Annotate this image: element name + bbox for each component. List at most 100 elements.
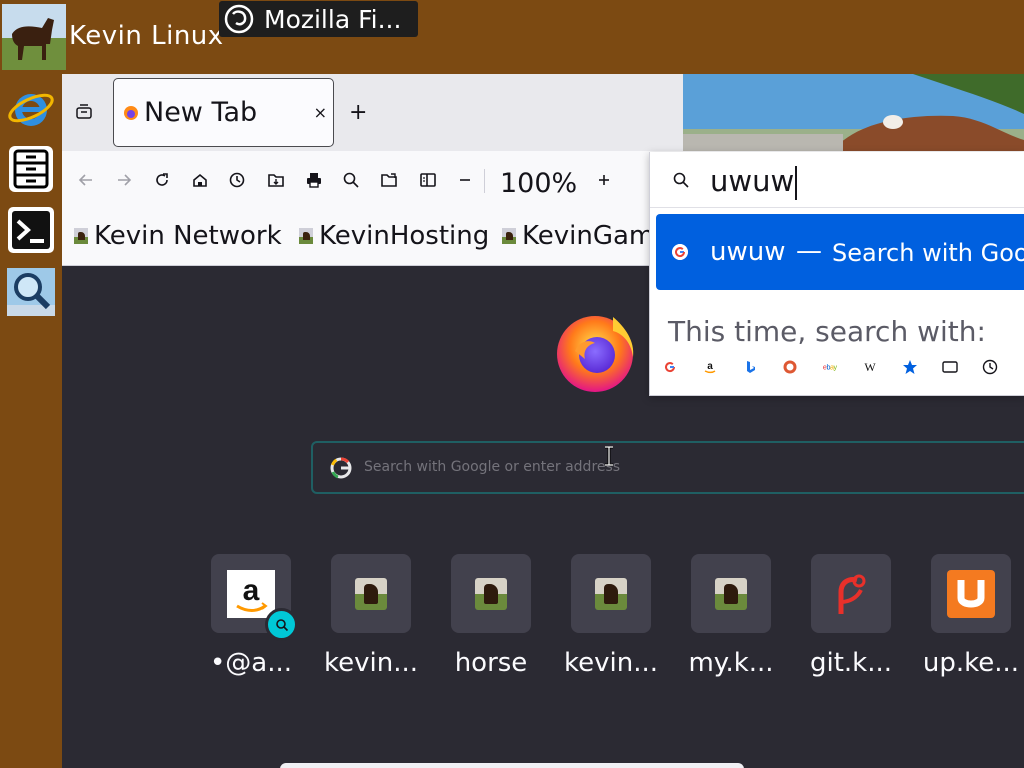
folder-download-icon <box>268 174 284 187</box>
desktop-top-panel: Kevin Linux Mozilla Fi... <box>0 0 1024 74</box>
downloads-button[interactable] <box>266 170 286 190</box>
magnifier-icon <box>7 268 55 316</box>
back-button[interactable] <box>76 170 96 190</box>
svg-text:W: W <box>864 360 876 374</box>
bookmark-label: KevinGam <box>522 221 655 251</box>
theme-header-image <box>683 74 1024 151</box>
engine-bing-button[interactable] <box>742 359 758 375</box>
find-button[interactable] <box>341 170 361 190</box>
search-icon <box>275 618 288 631</box>
clock-icon <box>229 172 245 188</box>
top-site-tile[interactable]: kevin... <box>564 554 658 678</box>
wikipedia-icon: W <box>864 360 876 374</box>
toolbar-divider <box>484 169 485 193</box>
star-icon <box>903 360 917 374</box>
duckduckgo-icon <box>783 360 797 374</box>
horse-icon <box>715 577 747 610</box>
top-site-label: kevin... <box>563 648 658 678</box>
engine-wikipedia-button[interactable]: W <box>862 359 878 375</box>
top-site-tile[interactable]: horse <box>451 554 531 678</box>
firefox-logo-icon <box>557 316 634 392</box>
top-site-tile[interactable]: kevin... <box>324 554 418 678</box>
bookmarks-search-button[interactable] <box>902 359 918 375</box>
history-button[interactable] <box>227 170 247 190</box>
bookmark-item[interactable]: KevinHosting <box>299 221 489 251</box>
screenshot-button[interactable] <box>379 170 399 190</box>
top-site-tile[interactable]: git.k... <box>810 554 892 678</box>
arrow-left-icon <box>78 174 92 186</box>
reload-icon <box>156 173 168 186</box>
engine-ebay-button[interactable]: ebay <box>822 359 838 375</box>
forward-button[interactable] <box>114 170 134 190</box>
new-tab-button[interactable]: + <box>349 100 367 125</box>
top-site-tile[interactable]: up.ke... <box>923 554 1019 678</box>
printer-icon <box>307 173 321 188</box>
tab-icon <box>942 361 958 373</box>
horse-icon <box>355 577 387 610</box>
svg-text:a: a <box>707 361 713 372</box>
ebay-icon: ebay <box>823 364 838 372</box>
tab-title: New Tab <box>144 97 258 128</box>
taskbar-window-button[interactable]: Mozilla Fi... <box>219 1 418 37</box>
terminal-launcher[interactable] <box>6 205 56 255</box>
tab-new-tab[interactable]: New Tab × <box>113 78 334 147</box>
engine-google-button[interactable] <box>662 359 678 375</box>
search-input[interactable]: Search with Google or enter address <box>311 441 1024 494</box>
text-cursor-icon <box>605 446 613 466</box>
bottom-panel-edge <box>280 763 744 768</box>
desktop-dock <box>0 74 62 768</box>
zoom-in-button[interactable] <box>594 170 614 190</box>
folder-icon <box>381 173 397 187</box>
tab-bar: New Tab × + <box>62 74 1024 151</box>
file-manager-launcher[interactable] <box>6 144 56 194</box>
text-caret <box>795 166 798 200</box>
one-off-search-label: This time, search with: <box>668 315 986 348</box>
clock-icon <box>982 359 998 375</box>
engine-duckduckgo-button[interactable] <box>782 359 798 375</box>
search-shortcut-badge <box>265 608 298 641</box>
horse-icon <box>475 577 507 610</box>
suggestion-action: Search with Goo <box>832 239 1024 267</box>
arrow-right-icon <box>118 174 132 186</box>
taskbar-window-title: Mozilla Fi... <box>264 4 402 34</box>
upload-service-icon <box>947 569 995 618</box>
google-icon <box>330 457 352 479</box>
horse-favicon-icon <box>74 228 88 244</box>
search-app-launcher[interactable] <box>6 267 56 317</box>
home-icon <box>193 173 207 187</box>
reload-button[interactable] <box>152 170 172 190</box>
tabs-search-button[interactable] <box>942 359 958 375</box>
search-icon <box>343 172 359 188</box>
top-site-tile[interactable]: my.k... <box>688 554 774 678</box>
google-icon <box>665 362 676 373</box>
top-site-label: my.k... <box>688 648 774 678</box>
zoom-out-button[interactable] <box>455 170 475 190</box>
engine-amazon-button[interactable]: a <box>702 359 718 375</box>
user-name-label: Kevin Linux <box>69 21 224 51</box>
file-cabinet-icon <box>9 146 53 192</box>
url-input-value: uwuw <box>710 164 795 198</box>
top-site-label: •@a... <box>209 648 293 678</box>
user-avatar[interactable] <box>2 4 66 70</box>
top-site-icon-box <box>571 554 651 633</box>
zoom-level-button[interactable]: 100% <box>500 168 577 199</box>
bookmark-item[interactable]: Kevin Network <box>74 221 282 251</box>
top-site-label: up.ke... <box>922 648 1020 678</box>
search-icon <box>673 172 689 188</box>
history-search-button[interactable] <box>982 359 998 375</box>
horse-favicon-icon <box>299 228 313 244</box>
print-button[interactable] <box>304 170 324 190</box>
url-input[interactable]: uwuw <box>710 164 798 200</box>
dropdown-divider <box>650 207 1024 208</box>
bookmark-item[interactable]: KevinGam <box>502 221 654 251</box>
search-suggestion-row[interactable]: uwuw — Search with Goo <box>656 214 1024 290</box>
horse-favicon-icon <box>502 228 516 244</box>
tab-close-button[interactable]: × <box>314 103 327 122</box>
reader-view-button[interactable] <box>418 170 438 190</box>
top-site-icon-box <box>811 554 891 633</box>
tab-list-button[interactable] <box>74 102 94 122</box>
home-button[interactable] <box>190 170 210 190</box>
sidebar-icon <box>420 173 436 187</box>
terminal-icon <box>8 207 54 253</box>
ie-browser-launcher[interactable] <box>6 84 56 134</box>
